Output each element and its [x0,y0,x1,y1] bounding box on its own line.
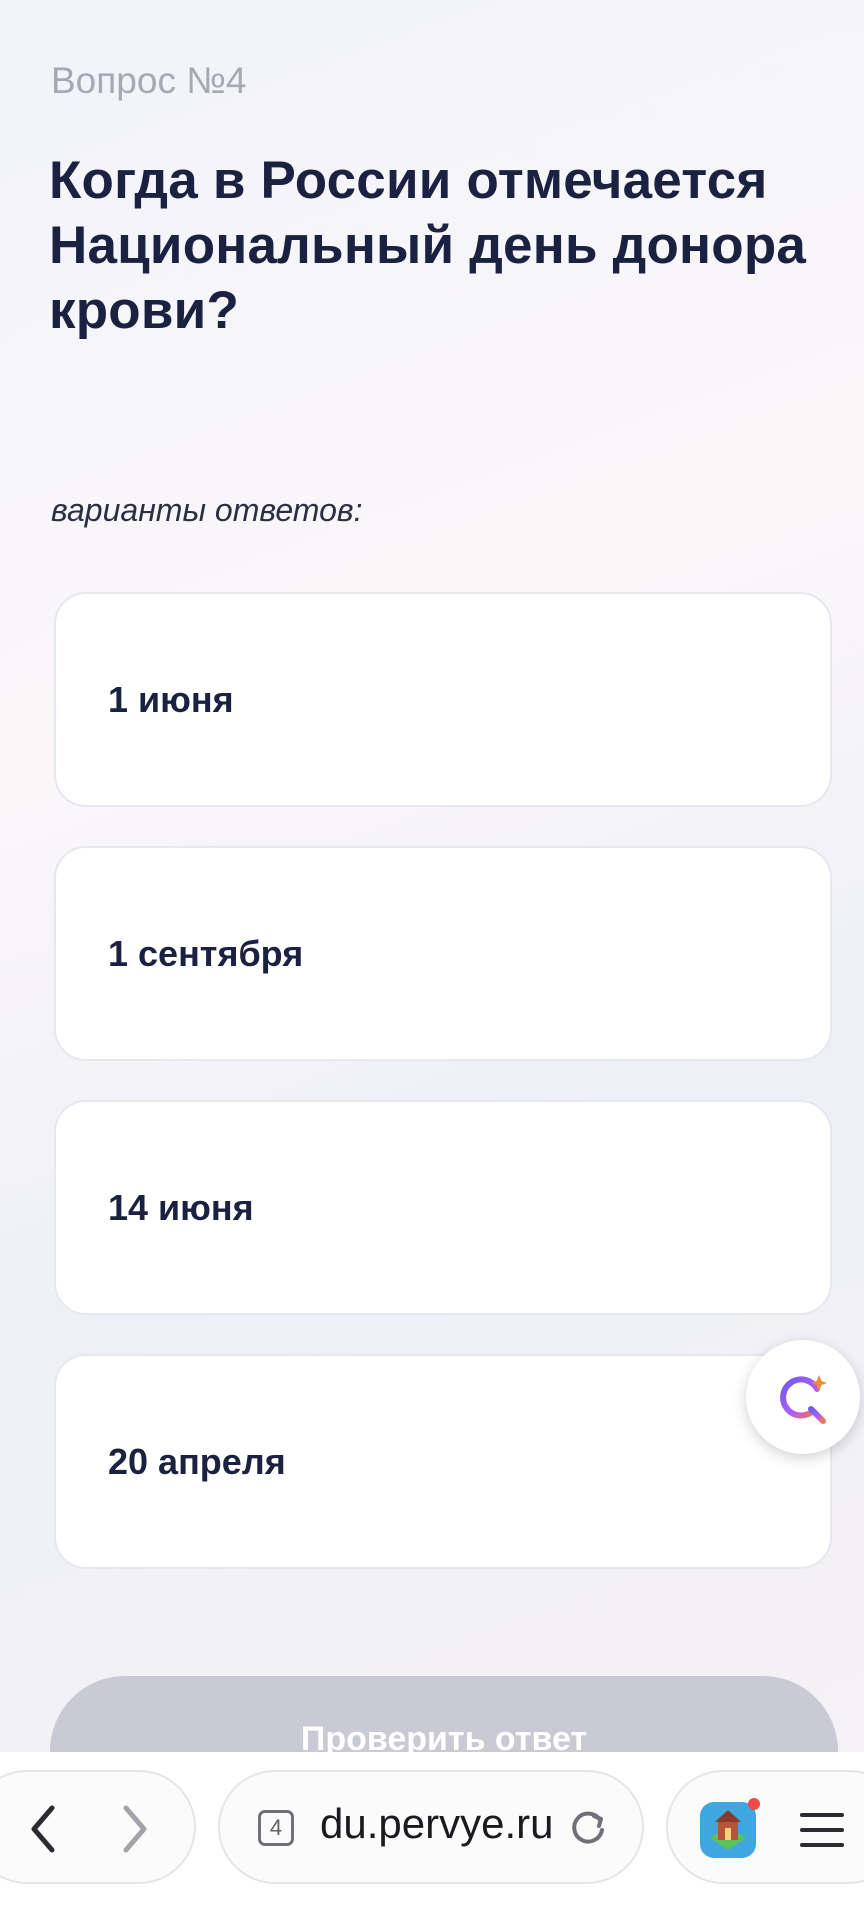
answer-option-2[interactable]: 1 сентября [54,846,832,1061]
navigation-pill [0,1770,196,1884]
answer-list: 1 июня 1 сентября 14 июня 20 апреля [54,592,834,1608]
answer-option-3[interactable]: 14 июня [54,1100,832,1315]
answer-option-label: 14 июня [108,1186,254,1228]
question-title: Когда в России отмечается Национальный д… [49,151,807,340]
answer-option-label: 1 июня [108,678,234,720]
chevron-right-icon[interactable] [114,1804,154,1854]
chevron-left-icon[interactable] [24,1804,64,1854]
assistant-icon [780,1375,827,1424]
answer-option-label: 1 сентября [108,932,304,974]
answer-option-1[interactable]: 1 июня [54,592,832,807]
tab-count-badge[interactable]: 4 [258,1810,294,1846]
url-text[interactable]: du.pervye.ru [320,1800,570,1848]
question-number: Вопрос №4 [51,60,247,101]
menu-icon[interactable] [798,1810,846,1850]
address-bar[interactable]: 4 du.pervye.ru [218,1770,644,1884]
extensions-pill [666,1770,864,1884]
game-app-icon[interactable] [698,1796,762,1860]
reload-icon[interactable] [566,1806,610,1850]
assistant-fab[interactable] [746,1340,860,1454]
browser-bottom-bar: 4 du.pervye.ru [0,1752,864,1920]
answers-label: варианты ответов: [51,492,363,528]
answer-option-4[interactable]: 20 апреля [54,1354,832,1569]
quiz-page: Вопрос №4 Когда в России отмечается Наци… [0,0,864,1826]
answer-option-label: 20 апреля [108,1440,286,1482]
